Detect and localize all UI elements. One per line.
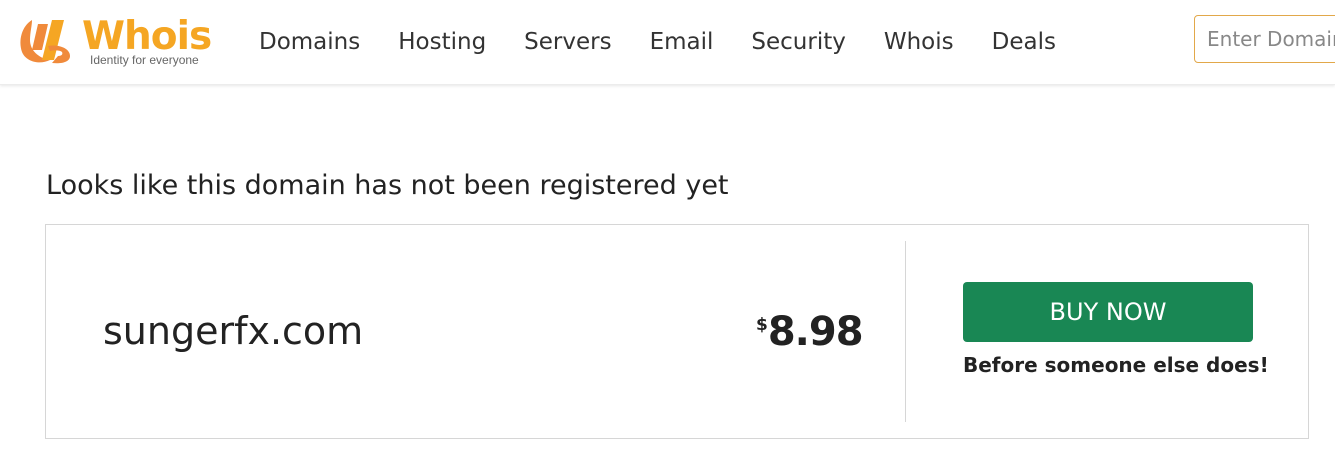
nav-item-security[interactable]: Security xyxy=(751,29,845,55)
price-currency: $ xyxy=(756,315,768,335)
site-logo[interactable]: Whois Identity for everyone xyxy=(18,12,218,70)
whois-logo-icon xyxy=(20,20,70,64)
price-amount: 8.98 xyxy=(767,309,864,355)
nav-item-email[interactable]: Email xyxy=(650,29,714,55)
buy-now-button[interactable]: BUY NOW xyxy=(963,282,1253,342)
availability-notice: Looks like this domain has not been regi… xyxy=(46,170,729,201)
domain-search-input[interactable] xyxy=(1194,15,1335,63)
site-header: Whois Identity for everyone Domains Host… xyxy=(0,0,1335,85)
nav-item-deals[interactable]: Deals xyxy=(992,29,1056,55)
logo-wordmark: Whois xyxy=(82,14,212,59)
buy-note: Before someone else does! xyxy=(963,353,1269,377)
nav-item-servers[interactable]: Servers xyxy=(524,29,611,55)
nav-item-domains[interactable]: Domains xyxy=(259,29,360,55)
domain-result-card: sungerfx.com $8.98 BUY NOW Before someon… xyxy=(45,224,1309,439)
domain-name: sungerfx.com xyxy=(103,309,364,353)
logo-tagline: Identity for everyone xyxy=(90,53,199,67)
main-nav: Domains Hosting Servers Email Security W… xyxy=(240,0,1075,84)
domain-price: $8.98 xyxy=(756,309,864,355)
nav-item-hosting[interactable]: Hosting xyxy=(398,29,486,55)
nav-item-whois[interactable]: Whois xyxy=(884,29,954,55)
card-divider xyxy=(905,241,906,422)
